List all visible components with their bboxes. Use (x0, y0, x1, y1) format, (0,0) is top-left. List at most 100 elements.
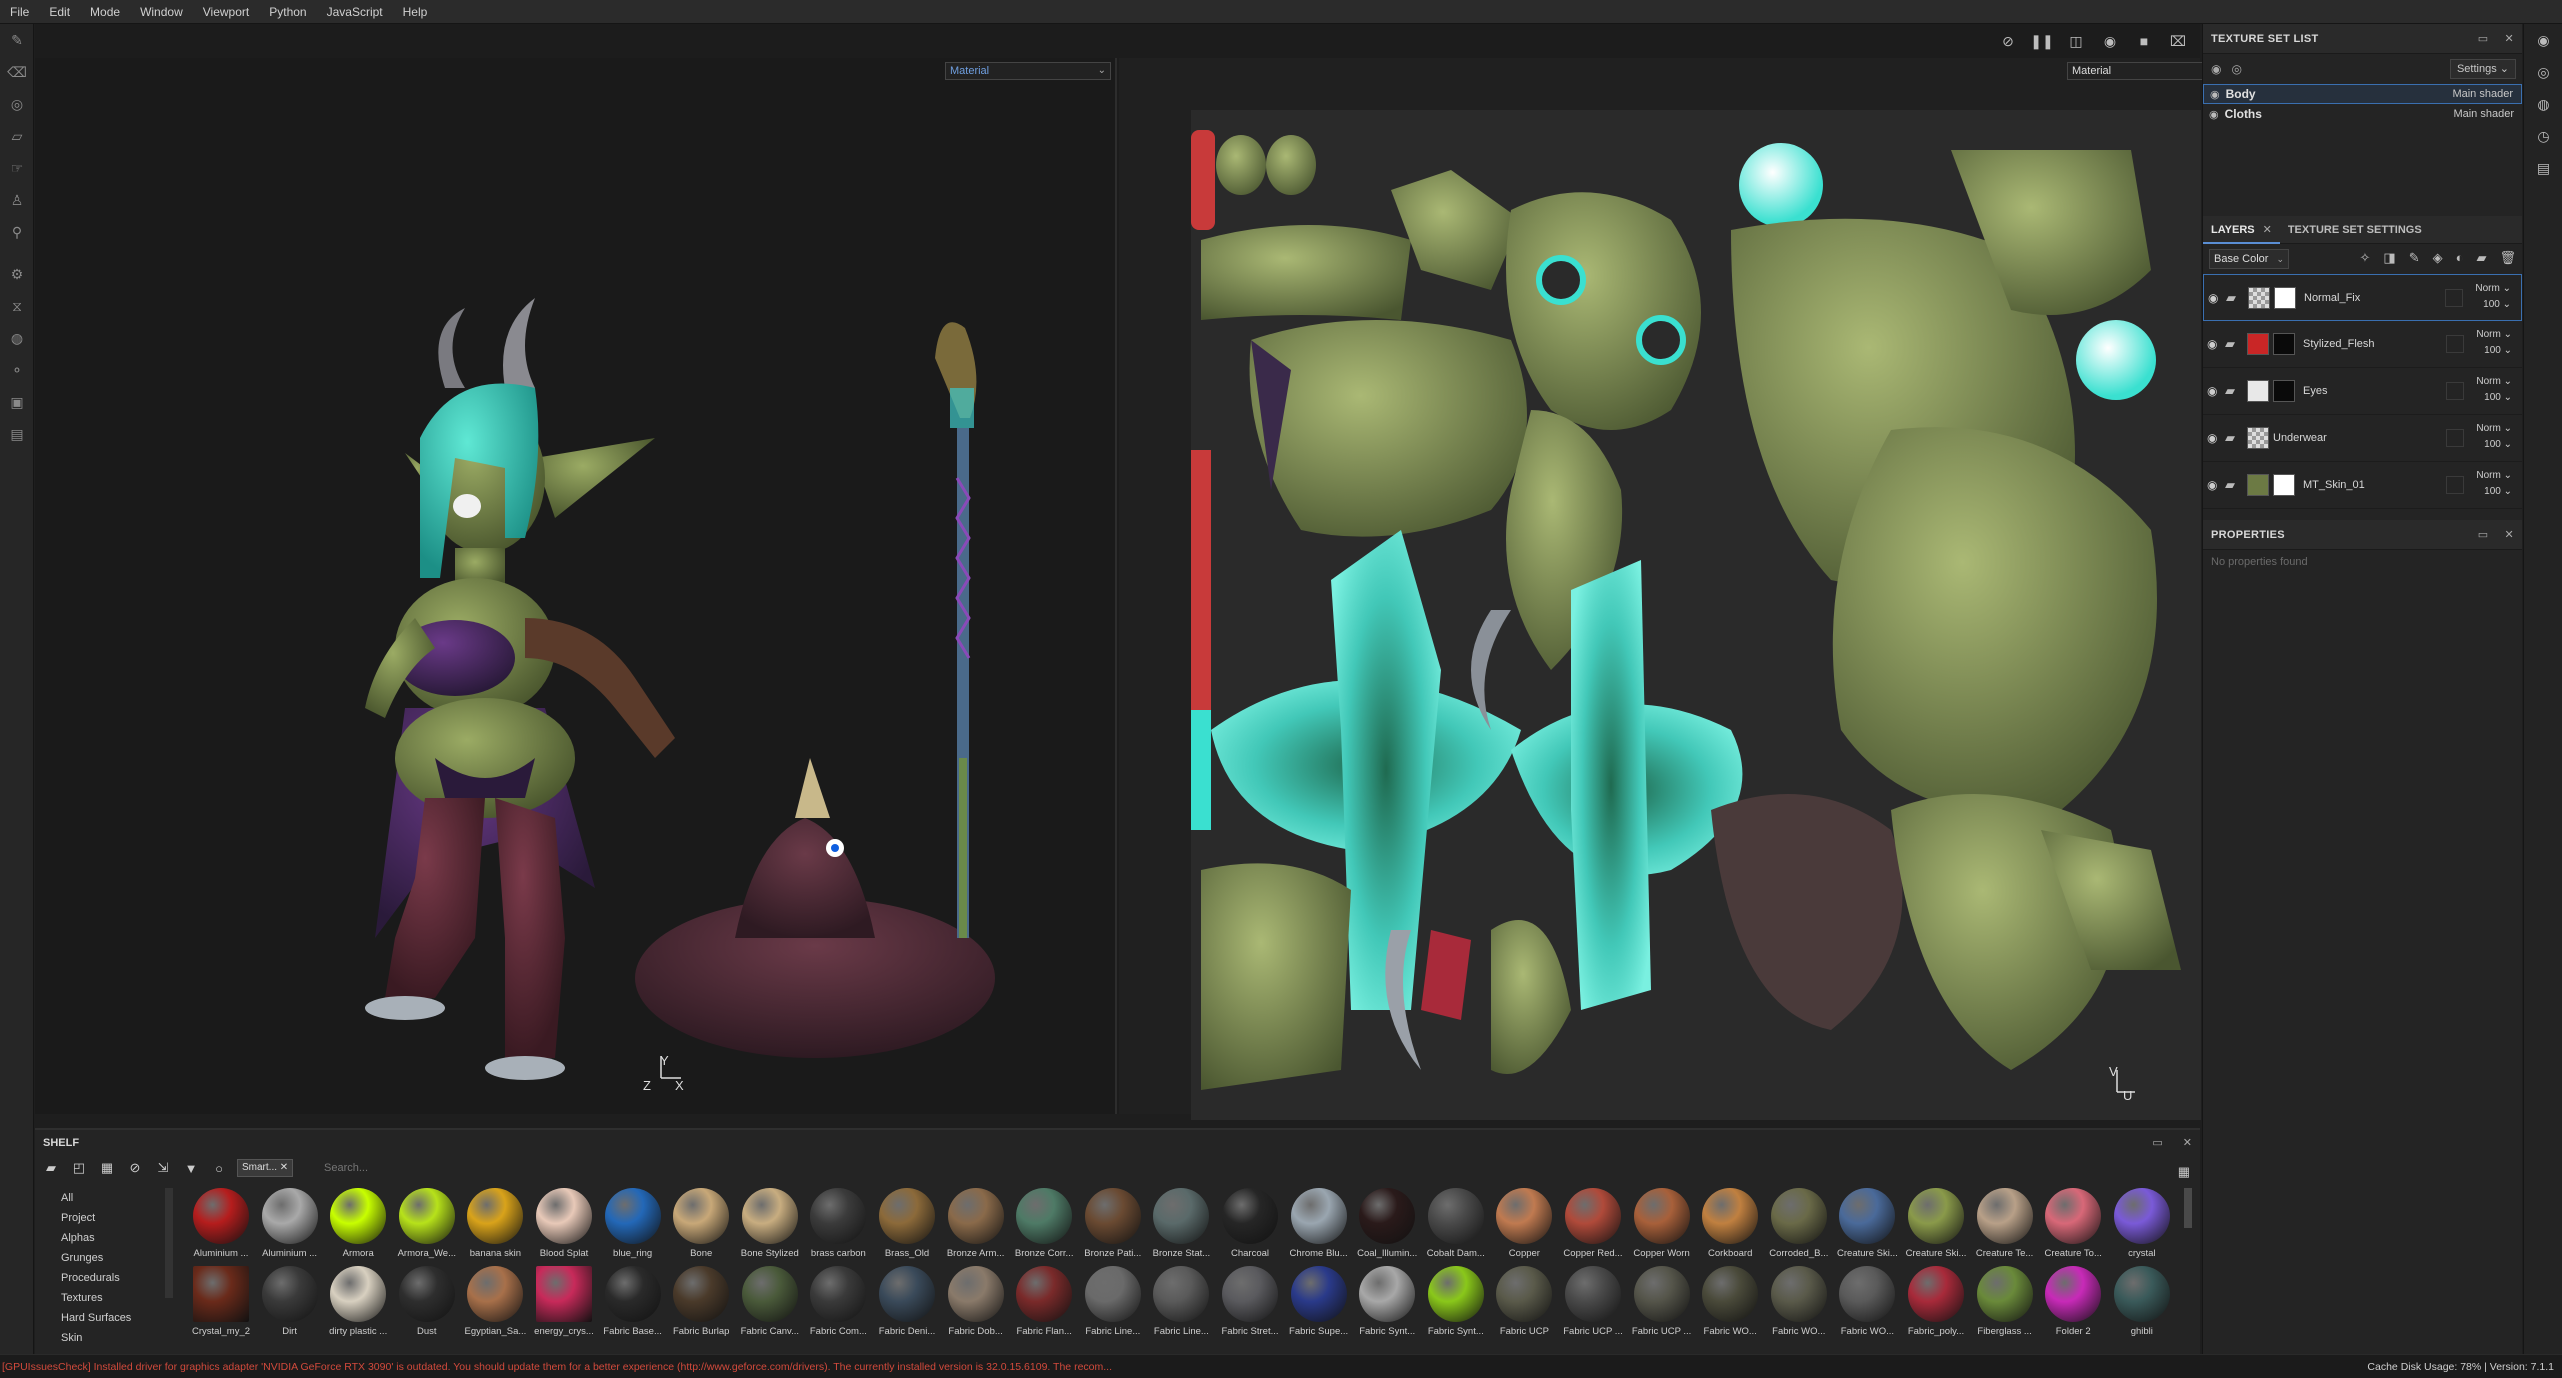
shader-icon[interactable]: ◍ (0, 322, 34, 354)
shelf-item[interactable]: dirty plastic ... (324, 1266, 392, 1344)
shelf-item[interactable]: Folder 2 (2039, 1266, 2107, 1344)
layer-options-box[interactable] (2446, 476, 2464, 494)
shelf-category-alphas[interactable]: Alphas (61, 1228, 175, 1248)
shelf-item[interactable]: Fabric Dob... (942, 1266, 1010, 1344)
shelf-category-project[interactable]: Project (61, 1208, 175, 1228)
shelf-item[interactable]: Fabric Canv... (736, 1266, 804, 1344)
shader-settings-icon[interactable]: ◍ (2524, 88, 2562, 120)
folder-icon[interactable]: ▰ (2225, 336, 2247, 352)
screenshot-icon[interactable]: ⌧ (2166, 29, 2190, 53)
float-panel-icon[interactable]: ▭ (2152, 1136, 2162, 1149)
folder-icon[interactable]: ▰ (2225, 430, 2247, 446)
shelf-item[interactable]: Fabric Base... (599, 1266, 667, 1344)
shelf-item[interactable]: Fiberglass ... (1971, 1266, 2039, 1344)
log-icon[interactable]: ▤ (0, 418, 34, 450)
shelf-item[interactable]: brass carbon (804, 1188, 872, 1266)
shelf-item[interactable]: Armora (324, 1188, 392, 1266)
shelf-item[interactable]: Egyptian_Sa... (461, 1266, 529, 1344)
smart-filter-chip[interactable]: Smart... ✕ (237, 1159, 294, 1177)
menu-edit[interactable]: Edit (39, 5, 80, 19)
visibility-icon[interactable]: ◉ (2211, 62, 2221, 76)
layer-row[interactable]: ◉ ▰ Eyes Norm ⌄ 100 ⌄ (2203, 368, 2522, 415)
layer-options-box[interactable] (2446, 382, 2464, 400)
shelf-item[interactable]: Fabric WO... (1765, 1266, 1833, 1344)
shelf-item[interactable]: Fabric Com... (804, 1266, 872, 1344)
split-view-icon[interactable]: ◫ (2064, 29, 2088, 53)
projection-icon[interactable]: ◎ (0, 88, 34, 120)
display-settings-icon[interactable]: ◎ (2524, 56, 2562, 88)
picker-icon[interactable]: ⚲ (0, 216, 34, 248)
close-icon[interactable]: ✕ (280, 1162, 288, 1173)
texture-set-row[interactable]: ◉ Body Main shader (2203, 84, 2522, 104)
shelf-item[interactable]: Cobalt Dam... (1422, 1188, 1490, 1266)
add-fill-layer-icon[interactable]: ◈ (2433, 250, 2443, 266)
shelf-category-procedurals[interactable]: Procedurals (61, 1268, 175, 1288)
shelf-item[interactable]: banana skin (461, 1188, 529, 1266)
layer-row[interactable]: ◉ ▰ MT_Skin_01 Norm ⌄ 100 ⌄ (2203, 462, 2522, 509)
clone-icon[interactable]: ♙ (0, 184, 34, 216)
shelf-item[interactable]: Chrome Blu... (1285, 1188, 1353, 1266)
display-icon[interactable]: ⧖ (0, 290, 34, 322)
shelf-item[interactable]: Creature To... (2039, 1188, 2107, 1266)
layer-mask-thumbnail[interactable] (2274, 286, 2296, 309)
viewport-2d[interactable]: Material ⌄ (1119, 58, 2227, 1120)
layer-blend[interactable]: Norm ⌄ 100 ⌄ (2472, 327, 2512, 359)
shelf-item[interactable]: crystal (2108, 1188, 2176, 1266)
shelf-item[interactable]: Bronze Arm... (942, 1188, 1010, 1266)
shelf-item[interactable]: energy_crys... (530, 1266, 598, 1344)
texture-set-shader[interactable]: Main shader (2453, 108, 2514, 120)
history-icon[interactable]: ◷ (2524, 120, 2562, 152)
folder-icon[interactable]: ▰ (2225, 477, 2247, 493)
shelf-item[interactable]: Creature Te... (1971, 1188, 2039, 1266)
shelf-item[interactable]: Coal_Illumin... (1353, 1188, 1421, 1266)
grid-view-icon[interactable]: ▦ (2178, 1164, 2190, 1180)
viewport-3d[interactable]: Material ⌄ Z X Y (35, 58, 1117, 1114)
shelf-item[interactable]: Fabric Supe... (1285, 1266, 1353, 1344)
shelf-item[interactable]: Copper Worn (1628, 1188, 1696, 1266)
camera-icon[interactable]: ■ (2132, 29, 2156, 53)
texture-set-list-icon[interactable]: ◉ (2524, 24, 2562, 56)
layer-blend[interactable]: Norm ⌄ 100 ⌄ (2472, 374, 2512, 406)
render-icon[interactable]: ⚬ (0, 354, 34, 386)
hide-icon[interactable]: ⊘ (1996, 29, 2020, 53)
eye-icon[interactable]: ◉ (2209, 108, 2219, 121)
float-panel-icon[interactable]: ▭ (2478, 528, 2489, 541)
close-icon[interactable]: ✕ (2504, 528, 2514, 541)
shelf-item[interactable]: Dirt (256, 1266, 324, 1344)
add-paint-layer-icon[interactable]: ✎ (2409, 250, 2420, 266)
shelf-item[interactable]: Fabric Burlap (667, 1266, 735, 1344)
shelf-item[interactable]: Fabric Line... (1147, 1266, 1215, 1344)
environment-icon[interactable]: ◉ (2098, 29, 2122, 53)
shelf-item[interactable]: Armora_We... (393, 1188, 461, 1266)
new-shelf-icon[interactable]: ◰ (69, 1160, 89, 1176)
layer-row[interactable]: ◉ ▰ Underwear Norm ⌄ 100 ⌄ (2203, 415, 2522, 462)
eye-icon[interactable]: ◉ (2210, 88, 2220, 101)
add-effect-icon[interactable]: ✧ (2360, 250, 2371, 266)
shelf-category-grunges[interactable]: Grunges (61, 1248, 175, 1268)
shelf-item[interactable]: Fabric Synt... (1353, 1266, 1421, 1344)
eye-icon[interactable]: ◉ (2207, 384, 2225, 398)
layer-options-box[interactable] (2445, 289, 2463, 307)
eye-icon[interactable]: ◉ (2207, 478, 2225, 492)
settings-button[interactable]: Settings ⌄ (2449, 59, 2516, 79)
menu-python[interactable]: Python (259, 5, 316, 19)
close-icon[interactable]: ✕ (2263, 224, 2272, 236)
shelf-item[interactable]: Bronze Stat... (1147, 1188, 1215, 1266)
shelf-item[interactable]: Bronze Pati... (1079, 1188, 1147, 1266)
eye-icon[interactable]: ◉ (2207, 431, 2225, 445)
shelf-search-input[interactable] (320, 1159, 2180, 1177)
menu-javascript[interactable]: JavaScript (317, 5, 393, 19)
shelf-category-skin[interactable]: Skin (61, 1328, 175, 1348)
layer-row[interactable]: ◉▰Bone StylizedNorm ⌄100 ⌄ (2203, 509, 2522, 512)
categories-scrollbar[interactable] (165, 1188, 173, 1298)
shelf-item[interactable]: Fabric Flan... (1010, 1266, 1078, 1344)
shelf-item[interactable]: Fabric UCP (1490, 1266, 1558, 1344)
smudge-icon[interactable]: ☞ (0, 152, 34, 184)
layer-thumbnail[interactable] (2247, 380, 2269, 402)
shelf-item[interactable]: ghibli (2108, 1266, 2176, 1344)
float-panel-icon[interactable]: ▭ (2478, 32, 2489, 45)
shelf-item[interactable]: Copper (1490, 1188, 1558, 1266)
texture-set-row[interactable]: ◉ Cloths Main shader (2203, 104, 2522, 124)
layer-options-box[interactable] (2446, 429, 2464, 447)
add-smart-material-icon[interactable]: ◐ (2456, 250, 2464, 266)
